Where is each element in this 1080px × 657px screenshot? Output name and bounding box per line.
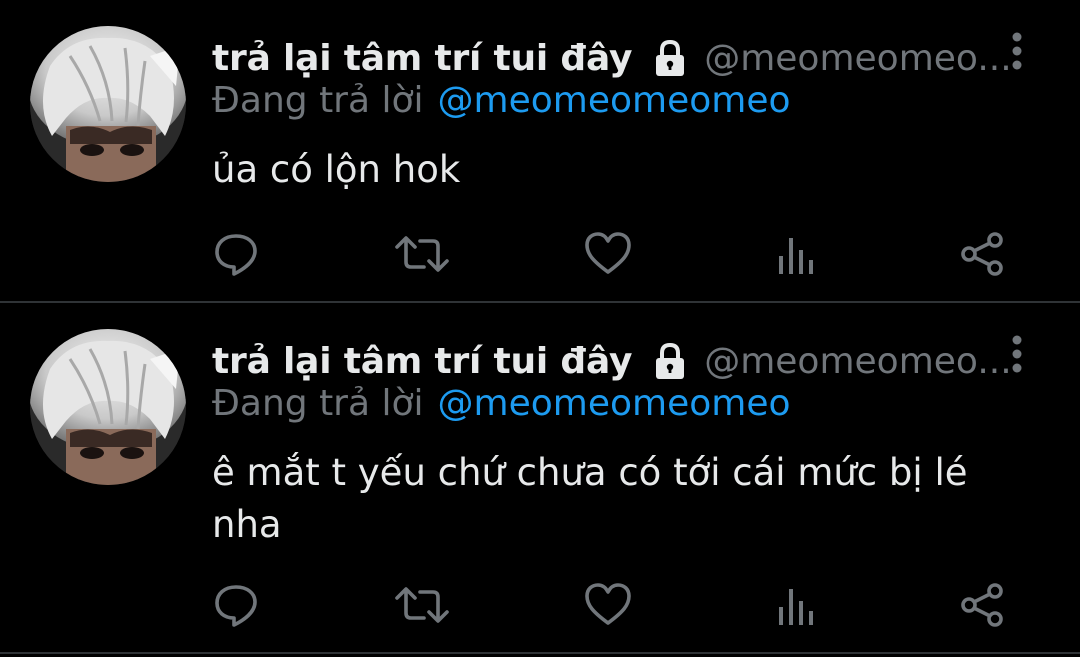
like-icon xyxy=(583,230,633,278)
avatar[interactable] xyxy=(30,26,186,182)
display-name[interactable]: trả lại tâm trí tui đây xyxy=(212,38,632,79)
more-options-icon[interactable] xyxy=(1005,333,1029,383)
tweet-feed: trả lại tâm trí tui đây @meomeomeo... Đa… xyxy=(0,0,1080,657)
display-name[interactable]: trả lại tâm trí tui đây xyxy=(212,341,632,382)
replying-to: Đang trả lời @meomeomeomeo xyxy=(212,383,791,424)
share-icon xyxy=(957,581,1007,629)
more-options-icon[interactable] xyxy=(1005,30,1029,80)
retweet-button[interactable] xyxy=(392,224,452,284)
lock-icon xyxy=(650,341,690,381)
tweet-actions xyxy=(0,224,1080,284)
tweet-text: ê mắt t yếu chứ chưa có tới cái mức bị l… xyxy=(212,451,968,546)
user-handle[interactable]: @meomeomeo... xyxy=(704,38,1011,79)
views-icon xyxy=(774,230,818,278)
reply-to-handle-link[interactable]: @meomeomeomeo xyxy=(438,80,791,121)
reply-icon xyxy=(212,581,260,629)
tweet-divider xyxy=(0,652,1080,654)
share-icon xyxy=(957,230,1007,278)
like-icon xyxy=(583,581,633,629)
reply-icon xyxy=(212,230,260,278)
tweet-header: trả lại tâm trí tui đây @meomeomeo... xyxy=(212,30,1012,86)
user-handle[interactable]: @meomeomeo... xyxy=(704,341,1011,382)
avatar[interactable] xyxy=(30,329,186,485)
retweet-button[interactable] xyxy=(392,575,452,635)
reply-prefix: Đang trả lời xyxy=(212,80,424,121)
tweet-actions xyxy=(0,575,1080,635)
reply-button[interactable] xyxy=(206,224,266,284)
like-button[interactable] xyxy=(578,224,638,284)
reply-prefix: Đang trả lời xyxy=(212,383,424,424)
tweet-text: ủa có lộn hok xyxy=(212,148,461,191)
share-button[interactable] xyxy=(952,575,1012,635)
like-button[interactable] xyxy=(578,575,638,635)
tweet[interactable]: trả lại tâm trí tui đây @meomeomeo... Đa… xyxy=(0,0,1080,302)
lock-icon xyxy=(650,38,690,78)
reply-to-handle-link[interactable]: @meomeomeomeo xyxy=(438,383,791,424)
views-button[interactable] xyxy=(766,575,826,635)
retweet-icon xyxy=(394,581,450,629)
share-button[interactable] xyxy=(952,224,1012,284)
replying-to: Đang trả lời @meomeomeomeo xyxy=(212,80,791,121)
tweet-header: trả lại tâm trí tui đây @meomeomeo... xyxy=(212,333,1012,389)
retweet-icon xyxy=(394,230,450,278)
tweet[interactable]: trả lại tâm trí tui đây @meomeomeo... Đa… xyxy=(0,303,1080,657)
views-icon xyxy=(774,581,818,629)
reply-button[interactable] xyxy=(206,575,266,635)
views-button[interactable] xyxy=(766,224,826,284)
